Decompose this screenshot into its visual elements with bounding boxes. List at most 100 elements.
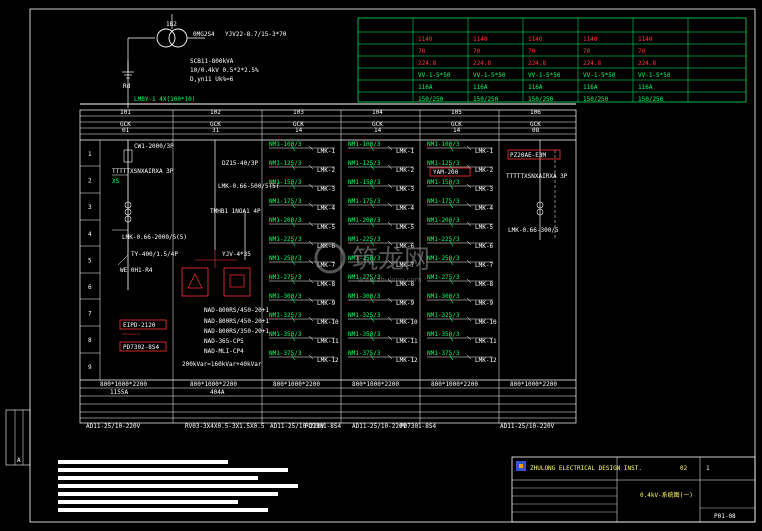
acb-label: CW1-2000/3P bbox=[134, 143, 174, 150]
feeder-ct: LMK-4 bbox=[317, 205, 335, 212]
spec-cell: 1140 bbox=[473, 36, 488, 43]
feeder-breaker: NM1-100/3 bbox=[269, 141, 302, 148]
spec-cell: 150/250 bbox=[473, 96, 499, 103]
feeder-breaker: NM1-250/3 bbox=[427, 255, 460, 262]
svg-text:LMBY-1 4X(100*10): LMBY-1 4X(100*10) bbox=[134, 96, 195, 103]
feeder-ct: LMK-5 bbox=[396, 224, 414, 231]
cap-total: 200kVar=160kVar+40kVar bbox=[182, 361, 262, 368]
spec-cell: VV-1-5*50 bbox=[583, 72, 616, 79]
spec-cell: 224.8 bbox=[528, 60, 546, 67]
feeder-breaker: NM1-275/3 bbox=[269, 274, 302, 281]
feeder-ct: LMK-12 bbox=[396, 357, 418, 364]
spec-cell: 116A bbox=[473, 84, 488, 91]
ground-label: Rd bbox=[123, 83, 131, 90]
feeder-ct: LMK-7 bbox=[475, 262, 493, 269]
feeder-ct: LMK-2 bbox=[475, 167, 493, 174]
row-number: 5 bbox=[88, 257, 92, 264]
control-spec: PD7301-8S4 bbox=[400, 423, 437, 430]
feeder-breaker: NM1-175/3 bbox=[269, 198, 302, 205]
spec-cell: 70 bbox=[473, 48, 481, 55]
cabinet-dimension: 800*1000*2200 bbox=[510, 381, 557, 388]
feeder-breaker: NM1-375/3 bbox=[348, 350, 381, 357]
transformer-tag: 1B2 bbox=[166, 21, 177, 28]
feeder-ct: LMK-1 bbox=[317, 148, 335, 155]
feeder-ct: LMK-5 bbox=[317, 224, 335, 231]
transformer-symbol bbox=[122, 14, 205, 100]
feeder-breaker: NM1-200/3 bbox=[269, 217, 302, 224]
spec-cell: 116A bbox=[528, 84, 543, 91]
company-name: ZHULONG ELECTRICAL DESIGN INST. bbox=[530, 465, 642, 472]
feeder-ct: LMK-4 bbox=[396, 205, 414, 212]
cabinet-scheme: 14 bbox=[453, 127, 461, 134]
feeder-ct: LMK-12 bbox=[475, 357, 497, 364]
feeder-breaker: NM1-200/3 bbox=[348, 217, 381, 224]
cabinet-number: 101 bbox=[120, 109, 131, 116]
feeder-ct: LMK-9 bbox=[396, 300, 414, 307]
svg-text:XS: XS bbox=[112, 178, 120, 185]
row-number: 9 bbox=[88, 364, 92, 371]
cabinet-number: 104 bbox=[372, 109, 383, 116]
cabinet-number: 106 bbox=[530, 109, 541, 116]
feeder-breaker: NM1-225/3 bbox=[427, 236, 460, 243]
spec-cell: 224.8 bbox=[473, 60, 491, 67]
spec-cell: 70 bbox=[418, 48, 426, 55]
spec-cell: 150/250 bbox=[418, 96, 444, 103]
spec-cell: 70 bbox=[583, 48, 591, 55]
spec-cell: 116A bbox=[638, 84, 653, 91]
feeder-breaker: NM1-325/3 bbox=[348, 312, 381, 319]
feeder-breaker: NM1-300/3 bbox=[269, 293, 302, 300]
cabinet-dimension: 800*1000*2200 bbox=[431, 381, 478, 388]
feeder-breaker: NM1-350/3 bbox=[269, 331, 302, 338]
svg-text:TTTTTXSNXAIRXA 3P: TTTTTXSNXAIRXA 3P bbox=[506, 173, 568, 180]
spec-cell: 150/250 bbox=[638, 96, 664, 103]
feeder-breaker: NM1-350/3 bbox=[427, 331, 460, 338]
feeder-ct: LMK-8 bbox=[317, 281, 335, 288]
feeder-breaker: NM1-100/3 bbox=[427, 141, 460, 148]
control-spec: PD7301-8S4 bbox=[305, 423, 342, 430]
feeder-breaker: NM1-175/3 bbox=[348, 198, 381, 205]
spec-cell: VV-1-5*50 bbox=[638, 72, 671, 79]
drawing-title: 0.4kV-系统图(一) bbox=[640, 491, 693, 499]
spec-cell: 116A bbox=[583, 84, 598, 91]
feeder-breaker: NM1-125/3 bbox=[427, 160, 460, 167]
row-number: 6 bbox=[88, 284, 92, 291]
spec-cell: VV-1-5*50 bbox=[473, 72, 506, 79]
feeder-ct: LMK-10 bbox=[396, 319, 418, 326]
control-spec: AD11-25/10-220V bbox=[352, 423, 407, 430]
cap-bank-1: NAD-800RS/450-20+1 bbox=[204, 307, 269, 314]
row-number: 3 bbox=[88, 204, 92, 211]
spec-cell: 116A bbox=[418, 84, 433, 91]
bottom-control-row: AD11-25/10-220V RV03-3X4X0.5-3X1.5X0.5 AD1… bbox=[86, 423, 555, 430]
feeder-breaker: NM1-150/3 bbox=[269, 179, 302, 186]
feeder-breaker: NM1-325/3 bbox=[269, 312, 302, 319]
feeder-breaker: NM1-325/3 bbox=[427, 312, 460, 319]
svg-text:TTTTTXSNXAIRXA 3P: TTTTTXSNXAIRXA 3P bbox=[112, 168, 174, 175]
spec-cell: 1140 bbox=[528, 36, 543, 43]
cabinet-scheme: 01 bbox=[122, 127, 130, 134]
feeder-ct: LMK-2 bbox=[317, 167, 335, 174]
feeder-breaker: NM1-250/3 bbox=[269, 255, 302, 262]
cap-bank-3: NAD-800RS/350-20+1 bbox=[204, 328, 269, 335]
cabinet-dimension: 800*1000*2200 bbox=[190, 381, 237, 388]
spec-cell: 1140 bbox=[638, 36, 653, 43]
control-spec: AD11-25/10-220V bbox=[86, 423, 141, 430]
current-capacitor: 404A bbox=[210, 389, 225, 396]
drawing-canvas: A 1B2 0MG2S4 YJV22-8.7/15-3*70 SCB11-800… bbox=[5, 8, 756, 523]
feeder-ct: LMK-6 bbox=[475, 243, 493, 250]
cabinet-dimensions: 800*1000*2200 800*1000*2200 800*1000*2200 8… bbox=[100, 381, 557, 388]
current-incoming: 1155A bbox=[110, 389, 128, 396]
row-numbers: 1 2 3 4 5 6 7 8 9 bbox=[88, 151, 92, 371]
feeder-breaker: NM1-375/3 bbox=[269, 350, 302, 357]
ct-label: LMK-0.66-2000/5(5) bbox=[122, 234, 187, 241]
feeder-ct: LMK-2 bbox=[396, 167, 414, 174]
feeder-ct: LMK-10 bbox=[475, 319, 497, 326]
svg-text:~~~~~: ~~~~~ bbox=[122, 331, 140, 338]
notes-block bbox=[58, 460, 298, 512]
row-number: 2 bbox=[88, 178, 92, 185]
cap-bank-4: NAD-365-CP5 bbox=[204, 338, 244, 345]
cabinet-scheme: 14 bbox=[295, 127, 303, 134]
feeder-ct: LMK-4 bbox=[475, 205, 493, 212]
feeder-breaker: NM1-150/3 bbox=[427, 179, 460, 186]
feeder-breaker: NM1-125/3 bbox=[348, 160, 381, 167]
feeder-breaker: NM1-225/3 bbox=[348, 236, 381, 243]
